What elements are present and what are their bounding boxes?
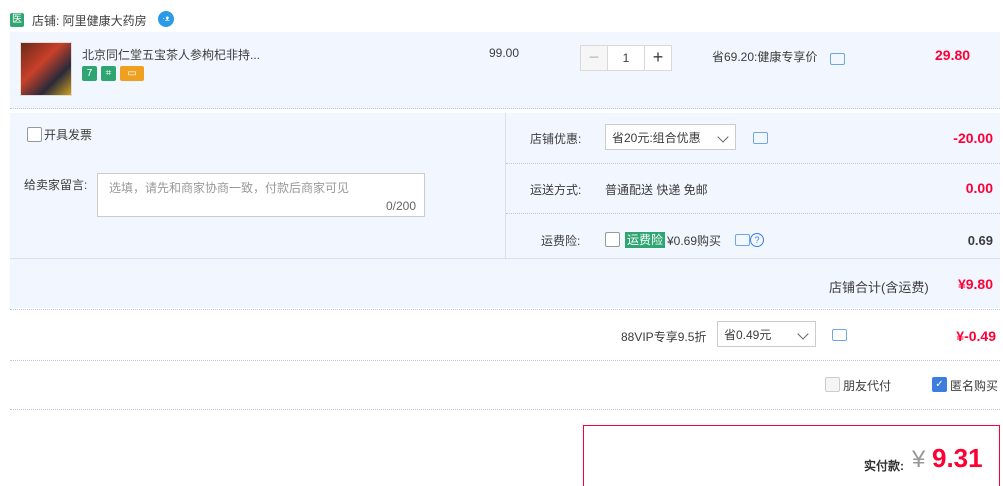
payment-label: 实付款: [864, 459, 904, 473]
item-promo-text: 省69.20:健康专享价 [712, 50, 818, 64]
row-divider [506, 163, 1000, 164]
invoice-checkbox[interactable] [27, 127, 42, 142]
payment-amount: 9.31 [932, 443, 983, 473]
promo-info-icon[interactable] [830, 53, 845, 65]
store-name[interactable]: 店铺: 阿里健康大药房 [32, 12, 147, 29]
store-total-amount: ¥9.80 [957, 276, 993, 292]
message-char-counter: 0/200 [385, 199, 416, 213]
vip-discount-amount: ¥-0.49 [956, 328, 996, 344]
chevron-down-icon [797, 328, 809, 340]
insurance-badge: 运费险 [625, 232, 666, 248]
quantity-input[interactable]: 1 [608, 45, 644, 71]
store-discount-label: 店铺优惠: [530, 132, 582, 146]
options-divider [505, 113, 506, 258]
friend-pay-checkbox[interactable] [825, 377, 840, 392]
shipping-label: 运送方式: [530, 183, 582, 197]
section-divider [10, 258, 1000, 259]
decrease-quantity-button[interactable]: − [580, 45, 608, 71]
order-options-panel: 开具发票 给卖家留言: 选填，请先和商家协商一致，付款后商家可见 0/200 店… [10, 113, 1000, 308]
message-placeholder: 选填，请先和商家协商一致，付款后商家可见 [109, 181, 350, 195]
store-discount-value: 省20元:组合优惠 [612, 131, 701, 145]
shipping-amount: 0.00 [965, 180, 993, 196]
message-textarea[interactable]: 选填，请先和商家协商一致，付款后商家可见 0/200 [97, 173, 425, 217]
vip-discount-value: 省0.49元 [724, 328, 772, 342]
product-thumbnail[interactable] [20, 42, 72, 96]
message-label: 给卖家留言: [24, 178, 88, 192]
insurance-checkbox[interactable] [605, 232, 620, 247]
shipping-method: 普通配送 快递 免邮 [605, 183, 708, 197]
vip-discount-select[interactable]: 省0.49元 [717, 321, 816, 347]
store-total-label: 店铺合计(含运费) [829, 280, 929, 295]
insurance-label: 运费险: [541, 234, 581, 248]
increase-quantity-button[interactable]: + [644, 45, 672, 71]
card-payment-icon[interactable]: ▭ [120, 66, 144, 81]
guarantee-icon[interactable]: ⌗ [101, 66, 116, 81]
vip-discount-label: 88VIP专享9.5折 [621, 330, 707, 344]
friend-pay-label: 朋友代付 [843, 379, 892, 393]
vip-info-icon[interactable] [832, 329, 847, 341]
insurance-price: ¥0.69购买 [667, 234, 722, 248]
row-divider [506, 213, 1000, 214]
wangwang-chat-icon[interactable]: ·ᴥ [158, 11, 174, 27]
discount-info-icon[interactable] [753, 132, 768, 144]
anonymous-checkbox[interactable]: ✓ [932, 377, 947, 392]
help-icon[interactable]: ? [750, 233, 764, 247]
product-title-link[interactable]: 北京同仁堂五宝茶人参枸杞非持... [82, 46, 260, 63]
insurance-info-icon[interactable] [735, 234, 750, 246]
item-subtotal: 29.80 [935, 47, 971, 63]
store-discount-amount: -20.00 [953, 130, 993, 146]
order-item-row: 北京同仁堂五宝茶人参枸杞非持... 7 ⌗ ▭ 99.00 − 1 + 省69.… [10, 32, 1000, 109]
unit-price: 99.00 [489, 46, 520, 60]
chevron-down-icon [717, 131, 729, 143]
pharmacy-badge-icon: 医 [10, 13, 24, 27]
section-divider [10, 309, 1000, 310]
store-discount-select[interactable]: 省20元:组合优惠 [605, 124, 736, 150]
anonymous-label: 匿名购买 [950, 379, 999, 393]
insurance-amount: 0.69 [967, 233, 993, 248]
row-divider [10, 409, 1000, 410]
payment-currency: ¥ [912, 446, 926, 473]
invoice-label: 开具发票 [44, 128, 93, 142]
row-divider [10, 360, 1000, 361]
quantity-stepper: − 1 + [580, 45, 672, 71]
seven-day-return-icon[interactable]: 7 [82, 66, 97, 81]
